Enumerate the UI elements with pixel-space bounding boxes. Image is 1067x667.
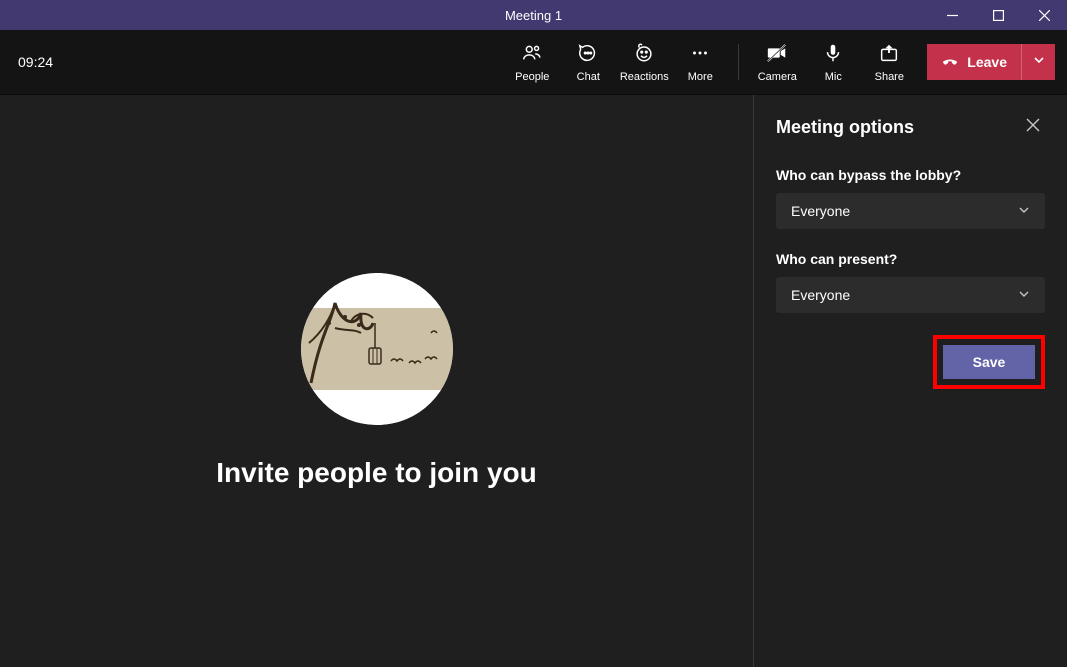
chevron-down-icon <box>1033 53 1045 71</box>
toolbar-actions: People Chat Reactions <box>504 37 1055 87</box>
close-icon <box>1026 118 1040 137</box>
leave-menu-button[interactable] <box>1021 44 1055 80</box>
present-value: Everyone <box>791 287 850 303</box>
leave-label: Leave <box>967 54 1007 70</box>
bypass-lobby-value: Everyone <box>791 203 850 219</box>
panel-title: Meeting options <box>776 117 914 138</box>
people-button[interactable]: People <box>504 37 560 87</box>
toolbar-divider <box>738 44 739 80</box>
invite-text: Invite people to join you <box>216 457 536 489</box>
leave-button[interactable]: Leave <box>927 44 1021 80</box>
content: Invite people to join you Meeting option… <box>0 95 1067 667</box>
mic-label: Mic <box>825 71 842 83</box>
mic-icon <box>822 42 844 67</box>
reactions-icon <box>633 42 655 67</box>
chevron-down-icon <box>1018 203 1030 219</box>
panel-header: Meeting options <box>776 115 1045 139</box>
save-highlight: Save <box>933 335 1045 389</box>
people-icon <box>521 42 543 67</box>
bypass-lobby-select[interactable]: Everyone <box>776 193 1045 229</box>
mic-button[interactable]: Mic <box>805 37 861 87</box>
share-label: Share <box>875 71 904 83</box>
main-stage: Invite people to join you <box>0 95 753 667</box>
titlebar: Meeting 1 <box>0 0 1067 30</box>
camera-label: Camera <box>758 71 797 83</box>
save-button[interactable]: Save <box>943 345 1035 379</box>
chat-label: Chat <box>577 71 600 83</box>
more-label: More <box>688 71 713 83</box>
hangup-icon <box>941 52 959 73</box>
meeting-options-panel: Meeting options Who can bypass the lobby… <box>753 95 1067 667</box>
reactions-label: Reactions <box>620 71 669 83</box>
more-button[interactable]: More <box>672 37 728 87</box>
share-button[interactable]: Share <box>861 37 917 87</box>
maximize-button[interactable] <box>975 0 1021 30</box>
more-icon <box>689 42 711 67</box>
camera-off-icon <box>766 42 788 67</box>
meeting-timer: 09:24 <box>18 54 53 70</box>
chevron-down-icon <box>1018 287 1030 303</box>
avatar-image <box>301 273 453 425</box>
leave-group: Leave <box>927 44 1055 80</box>
minimize-button[interactable] <box>929 0 975 30</box>
share-icon <box>878 42 900 67</box>
meeting-toolbar: 09:24 People Chat <box>0 30 1067 95</box>
close-panel-button[interactable] <box>1021 115 1045 139</box>
close-button[interactable] <box>1021 0 1067 30</box>
window-title: Meeting 1 <box>505 8 562 23</box>
avatar <box>301 273 453 425</box>
window-controls <box>929 0 1067 30</box>
chat-button[interactable]: Chat <box>560 37 616 87</box>
present-select[interactable]: Everyone <box>776 277 1045 313</box>
bypass-lobby-label: Who can bypass the lobby? <box>776 167 1045 183</box>
camera-button[interactable]: Camera <box>749 37 805 87</box>
reactions-button[interactable]: Reactions <box>616 37 672 87</box>
present-label: Who can present? <box>776 251 1045 267</box>
people-label: People <box>515 71 549 83</box>
chat-icon <box>577 42 599 67</box>
